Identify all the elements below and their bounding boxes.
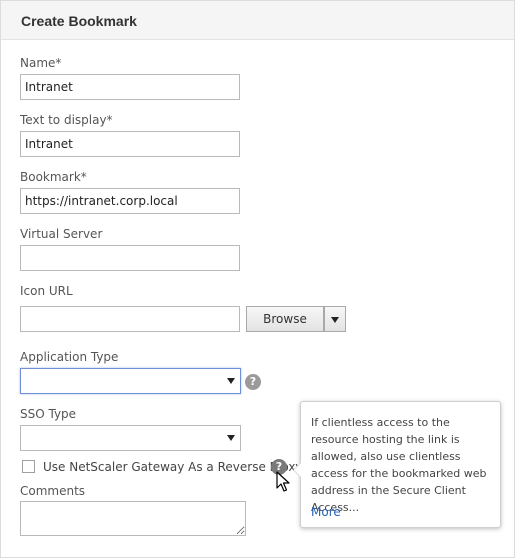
- virtual-server-input[interactable]: [20, 245, 240, 271]
- tooltip-arrow-inner: [294, 463, 301, 477]
- application-type-label: Application Type: [20, 350, 119, 364]
- comments-textarea[interactable]: [20, 501, 246, 536]
- reverse-proxy-checkbox[interactable]: [22, 460, 35, 473]
- help-tooltip: If clientless access to the resource hos…: [293, 401, 501, 528]
- help-icon[interactable]: ?: [245, 374, 261, 390]
- icon-url-input[interactable]: [20, 306, 240, 332]
- dialog-header: Create Bookmark: [1, 1, 514, 40]
- virtual-server-label: Virtual Server: [20, 227, 103, 241]
- sso-type-label: SSO Type: [20, 407, 77, 421]
- tooltip-more-link[interactable]: More: [311, 505, 341, 519]
- bookmark-label: Bookmark*: [20, 170, 87, 184]
- text-to-display-input[interactable]: [20, 131, 240, 157]
- mouse-pointer-icon: [276, 471, 290, 492]
- chevron-down-icon: [227, 435, 235, 441]
- bookmark-url-input[interactable]: [20, 188, 240, 214]
- application-type-select[interactable]: [20, 368, 241, 394]
- icon-url-label: Icon URL: [20, 284, 73, 298]
- text-to-display-label: Text to display*: [20, 113, 113, 127]
- browse-dropdown-button[interactable]: [324, 306, 346, 332]
- tooltip-text: If clientless access to the resource hos…: [311, 416, 487, 514]
- name-input[interactable]: [20, 74, 240, 100]
- chevron-down-icon: [331, 317, 339, 323]
- comments-label: Comments: [20, 484, 86, 498]
- name-label: Name*: [20, 56, 62, 70]
- chevron-down-icon: [227, 378, 235, 384]
- sso-type-select[interactable]: [20, 425, 241, 451]
- dialog-title: Create Bookmark: [21, 13, 137, 29]
- browse-button[interactable]: Browse: [246, 306, 324, 332]
- reverse-proxy-label[interactable]: Use NetScaler Gateway As a Reverse Proxy: [43, 460, 303, 474]
